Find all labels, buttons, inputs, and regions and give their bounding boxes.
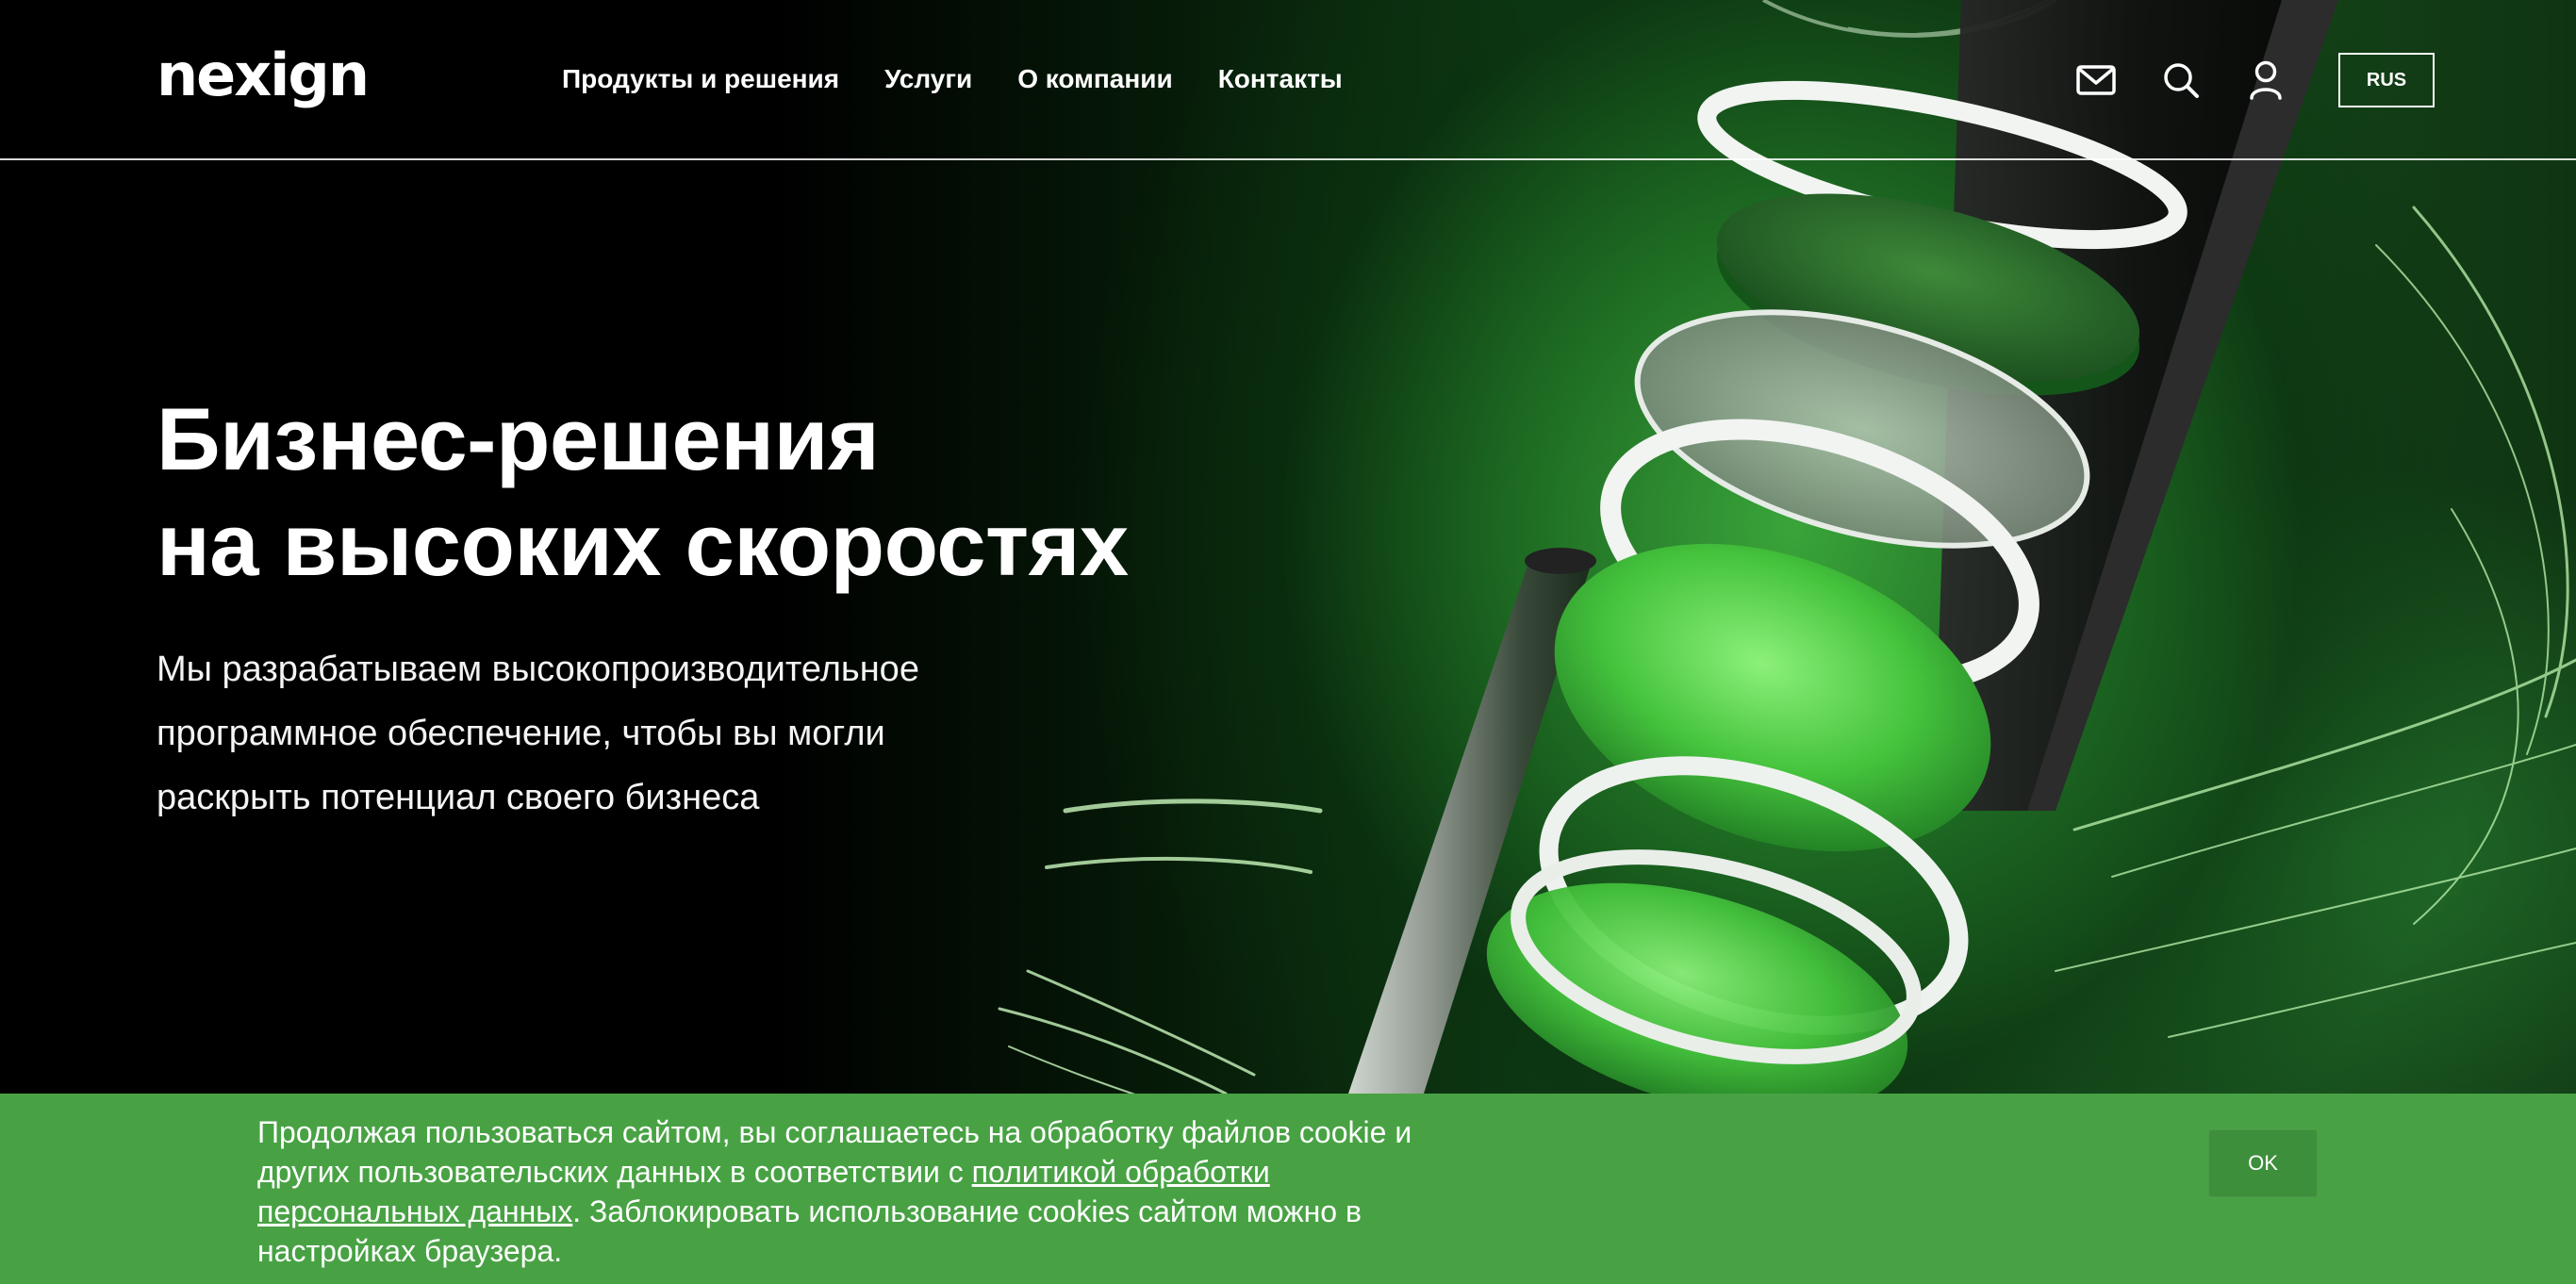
main-nav: Продукты и решения Услуги О компании Кон…	[562, 58, 1343, 100]
search-icon[interactable]	[2155, 51, 2206, 109]
cookie-text-fragment: других пользовательских данных в соответ…	[257, 1155, 972, 1189]
hero-subtitle-line: раскрыть потенциал своего бизнеса	[157, 778, 760, 817]
mail-icon[interactable]	[2071, 51, 2122, 109]
nav-item-products[interactable]: Продукты и решения	[562, 58, 839, 100]
cookie-text-line: других пользовательских данных в соответ…	[257, 1152, 1540, 1192]
hero-title: Бизнес-решения на высоких скоростях	[157, 387, 1382, 598]
header-tools: RUS	[2071, 51, 2435, 109]
cookie-text-line: настройках браузера.	[257, 1234, 563, 1268]
hero-subtitle: Мы разрабатываем высокопроизводительное …	[157, 637, 1099, 830]
nexign-logo[interactable]: nexign	[157, 38, 370, 113]
cookie-notice-text: Продолжая пользоваться сайтом, вы соглаш…	[257, 1112, 1540, 1271]
nav-item-about[interactable]: О компании	[1017, 58, 1172, 100]
user-icon[interactable]	[2240, 51, 2291, 109]
cookie-text-fragment: . Заблокировать использование cookies са…	[572, 1194, 1362, 1228]
cookie-ok-button[interactable]: OK	[2208, 1129, 2318, 1197]
cookie-text-line: Продолжая пользоваться сайтом, вы соглаш…	[257, 1115, 1412, 1149]
cookie-banner: Продолжая пользоваться сайтом, вы соглаш…	[0, 1094, 2576, 1284]
privacy-policy-link[interactable]: персональных данных	[257, 1194, 572, 1228]
language-button[interactable]: RUS	[2338, 53, 2435, 107]
hero-title-line: Бизнес-решения	[157, 389, 880, 488]
nav-item-contacts[interactable]: Контакты	[1218, 58, 1343, 100]
hero-title-line: на высоких скоростях	[157, 495, 1129, 594]
nav-item-services[interactable]: Услуги	[884, 58, 972, 100]
cookie-text-line: персональных данных. Заблокировать испол…	[257, 1192, 1540, 1231]
hero-subtitle-line: программное обеспечение, чтобы вы могли	[157, 714, 885, 753]
hero-subtitle-line: Мы разрабатываем высокопроизводительное	[157, 650, 919, 689]
site-header: nexign Продукты и решения Услуги О компа…	[0, 0, 2576, 160]
privacy-policy-link[interactable]: политикой обработки	[972, 1155, 1270, 1189]
